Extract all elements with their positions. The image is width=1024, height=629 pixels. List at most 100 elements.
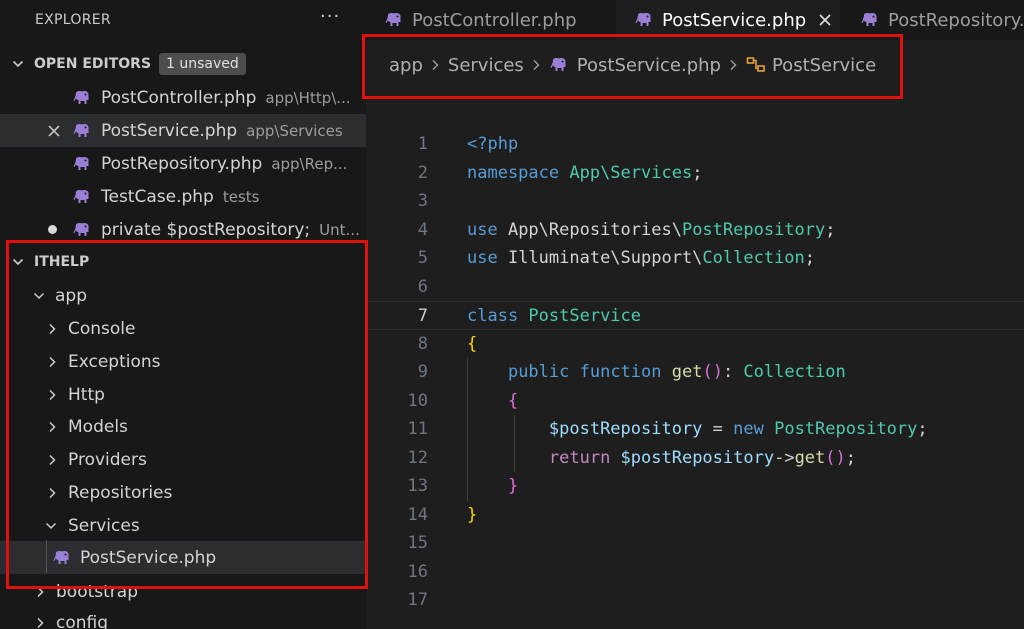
- code-line[interactable]: 12 return $postRepository->get();: [366, 444, 1024, 473]
- tree-folder-console[interactable]: Console: [0, 312, 366, 345]
- open-editor-item[interactable]: PostService.php app\Services: [0, 114, 366, 147]
- code-token: ;: [692, 162, 703, 183]
- code-line[interactable]: 4 use App\Repositories\PostRepository;: [366, 216, 1024, 245]
- code-line[interactable]: 17: [366, 586, 1024, 615]
- tree-label: config: [56, 612, 109, 629]
- project-title: ITHELP: [34, 254, 90, 270]
- code-line[interactable]: 8{: [366, 330, 1024, 359]
- line-number: 12: [407, 447, 428, 468]
- code-line[interactable]: 1 <?php: [366, 130, 1024, 159]
- open-editor-item[interactable]: PostRepository.php app\Rep...: [0, 147, 366, 180]
- code-text: namespace App\Services;: [467, 159, 702, 188]
- code-line[interactable]: 14}: [366, 501, 1024, 530]
- line-number: 8: [417, 333, 428, 354]
- open-editor-path: app\Rep...: [271, 154, 348, 173]
- php-elephant-icon: [53, 550, 69, 564]
- tree-file-postservice[interactable]: PostService.php: [0, 541, 366, 574]
- open-editor-item[interactable]: TestCase.php tests: [0, 180, 366, 213]
- line-number: 14: [407, 504, 428, 525]
- open-editors-title: OPEN EDITORS: [34, 56, 152, 72]
- code-text: public function get(): Collection: [467, 358, 846, 387]
- tree-folder-services[interactable]: Services: [0, 509, 366, 542]
- open-editors-header[interactable]: OPEN EDITORS 1 unsaved: [0, 49, 366, 79]
- code-text: {: [467, 387, 518, 416]
- breadcrumb-item[interactable]: Services: [448, 55, 524, 76]
- code-text: $postRepository = new PostRepository;: [467, 415, 928, 444]
- tree-label: Http: [68, 384, 105, 405]
- tree-folder-http[interactable]: Http: [0, 378, 366, 411]
- code-token: use: [467, 219, 508, 240]
- code-editor[interactable]: 1 <?php 2 namespace App\Services; 3 4 use App\…: [366, 130, 1024, 629]
- php-elephant-icon: [73, 222, 89, 236]
- code-line[interactable]: 2 namespace App\Services;: [366, 159, 1024, 188]
- tree-folder-config[interactable]: config: [0, 606, 366, 629]
- chevron-right-icon: [533, 60, 540, 70]
- code-token: namespace: [467, 162, 570, 183]
- chevron-down-icon: [33, 292, 45, 299]
- code-line[interactable]: 15: [366, 529, 1024, 558]
- chevron-right-icon: [49, 389, 56, 400]
- code-line[interactable]: 16: [366, 558, 1024, 587]
- code-token: new: [733, 419, 775, 439]
- code-token: PostRepository: [681, 219, 826, 240]
- line-number: 5: [417, 248, 428, 268]
- open-editor-item[interactable]: private $postRepository; Unt...: [0, 213, 366, 246]
- code-line[interactable]: 10 {: [366, 387, 1024, 416]
- chevron-right-icon: [49, 487, 56, 498]
- breadcrumb-item[interactable]: app: [389, 55, 423, 76]
- breadcrumb-item[interactable]: PostService.php: [577, 55, 721, 76]
- line-number: 1: [417, 134, 428, 154]
- code-token: Illuminate\Support\: [507, 248, 703, 268]
- code-token: (): [702, 362, 723, 382]
- close-icon[interactable]: [818, 13, 832, 27]
- code-token: =: [702, 419, 734, 439]
- tree-folder-providers[interactable]: Providers: [0, 443, 366, 476]
- php-elephant-icon: [385, 13, 401, 26]
- code-line[interactable]: 11 $postRepository = new PostRepository;: [366, 415, 1024, 444]
- code-token: return: [548, 447, 621, 468]
- project-header[interactable]: ITHELP: [0, 247, 366, 277]
- chevron-right-icon: [432, 60, 439, 70]
- code-line[interactable]: 6: [366, 273, 1024, 302]
- code-line[interactable]: 3: [366, 187, 1024, 216]
- tree-label: PostService.php: [80, 547, 217, 568]
- open-editor-path: Unt...: [319, 220, 360, 239]
- open-editor-name: PostController.php: [101, 87, 257, 108]
- tree-folder-bootstrap[interactable]: bootstrap: [0, 575, 366, 608]
- line-number: 16: [407, 561, 428, 582]
- code-token: PostRepository: [774, 419, 918, 439]
- tab-postservice[interactable]: PostService.php: [616, 0, 840, 40]
- explorer-header: EXPLORER ···: [0, 0, 366, 42]
- open-editor-name: TestCase.php: [101, 186, 214, 207]
- code-token: ;: [845, 447, 857, 468]
- tab-postrepository[interactable]: PostRepository.php: [842, 0, 1024, 40]
- code-line[interactable]: 7 class PostService: [366, 301, 1024, 330]
- unsaved-dot-icon[interactable]: [48, 225, 57, 234]
- chevron-right-icon: [37, 586, 44, 597]
- tree-folder-exceptions[interactable]: Exceptions: [0, 345, 366, 378]
- line-number: 6: [417, 276, 428, 297]
- line-number: 17: [407, 590, 428, 610]
- code-line[interactable]: 13 }: [366, 472, 1024, 501]
- code-token: get: [794, 447, 826, 468]
- more-actions-icon[interactable]: ···: [320, 6, 340, 27]
- code-line[interactable]: 5 use Illuminate\Support\Collection;: [366, 244, 1024, 273]
- breadcrumb-item[interactable]: PostService: [772, 55, 876, 76]
- tree-folder-repositories[interactable]: Repositories: [0, 476, 366, 509]
- line-number: 10: [407, 390, 428, 411]
- tree-folder-app[interactable]: app: [0, 279, 366, 312]
- code-text: use Illuminate\Support\Collection;: [467, 244, 815, 273]
- code-token: <?php: [467, 134, 519, 154]
- open-editor-item[interactable]: PostController.php app\Http\...: [0, 81, 366, 114]
- code-line[interactable]: 9 public function get(): Collection: [366, 358, 1024, 387]
- tree-folder-models[interactable]: Models: [0, 410, 366, 443]
- close-icon[interactable]: [47, 124, 61, 138]
- php-elephant-icon: [635, 13, 651, 26]
- code-token: }: [467, 504, 478, 525]
- tab-postcontroller[interactable]: PostController.php: [366, 0, 612, 40]
- code-token: ->: [774, 447, 795, 468]
- open-editor-path: app\Http\...: [265, 88, 351, 107]
- line-number: 3: [417, 191, 428, 211]
